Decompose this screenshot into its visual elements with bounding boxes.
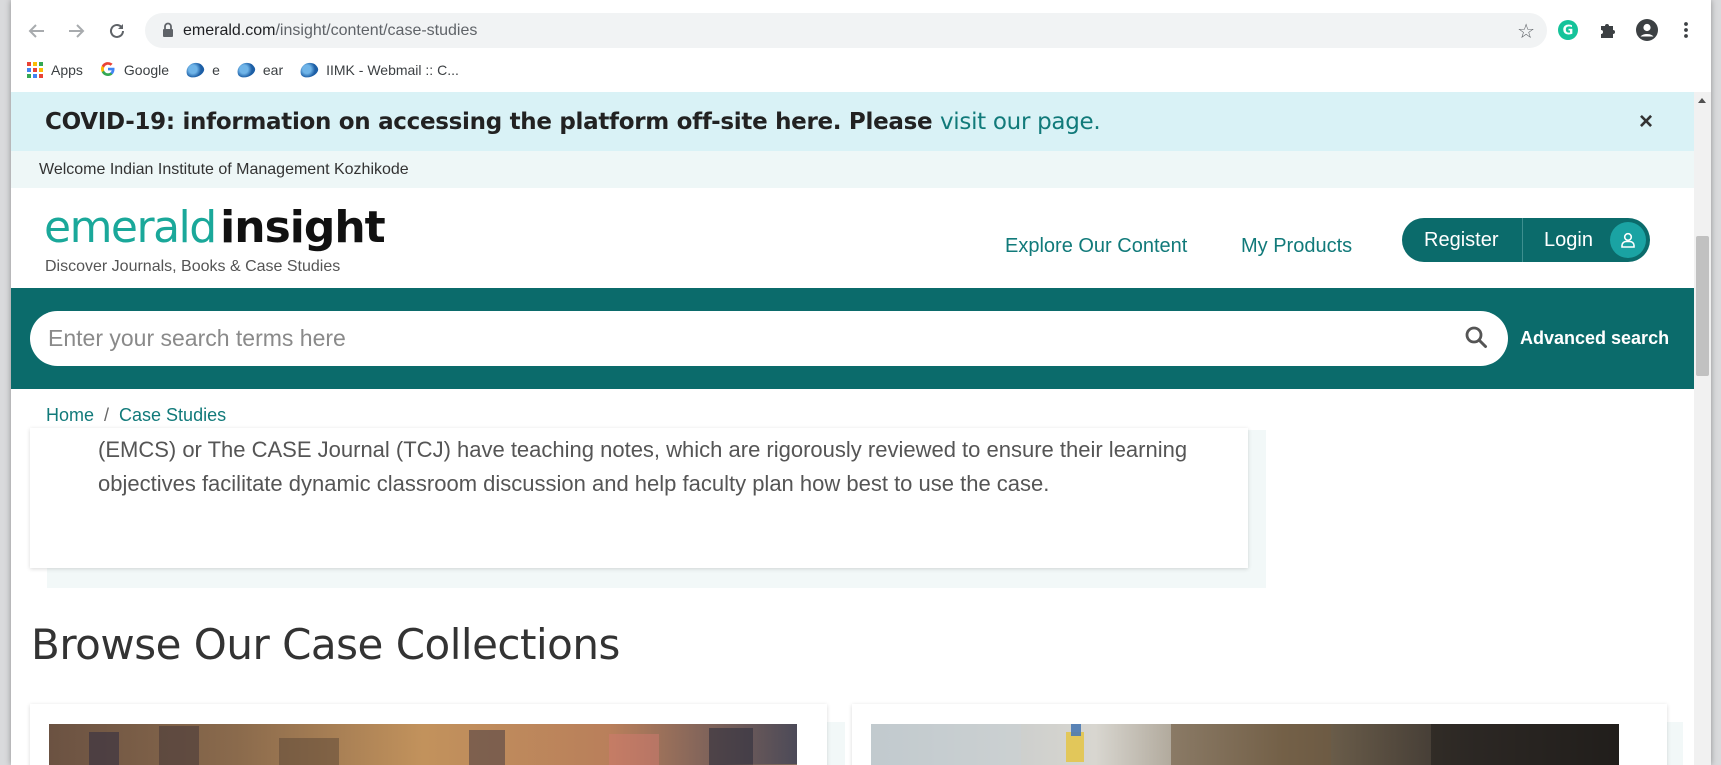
bookmark-e[interactable]: e: [184, 60, 220, 80]
apps-grid-icon: [27, 62, 43, 78]
bookmark-globe-icon: [235, 60, 257, 80]
search-box: [30, 311, 1508, 366]
reload-icon[interactable]: [104, 18, 130, 44]
covid-text: COVID-19: information on accessing the p…: [45, 109, 940, 135]
explore-our-content-link[interactable]: Explore Our Content: [1005, 235, 1187, 258]
bookmark-apps[interactable]: Apps: [27, 62, 83, 78]
lock-icon: [162, 22, 174, 38]
breadcrumb: Home / Case Studies: [46, 405, 226, 426]
emerald-insight-logo[interactable]: emerald insight: [44, 202, 386, 253]
teaching-notes-text: (EMCS) or The CASE Journal (TCJ) have te…: [98, 437, 1188, 496]
advanced-search-link[interactable]: Advanced search: [1520, 328, 1669, 349]
bookmarks-bar: Apps Google e ear IIMK - Webmail :: C...: [11, 55, 1711, 85]
browser-chrome: emerald.com/insight/content/case-studies…: [11, 0, 1711, 92]
bookmark-star-icon[interactable]: ☆: [1517, 19, 1535, 44]
back-arrow-icon[interactable]: [24, 18, 50, 44]
bookmark-label: Google: [123, 62, 170, 78]
bookmark-label: Apps: [51, 62, 83, 78]
svg-text:G: G: [1563, 24, 1574, 39]
bookmark-iimk-webmail[interactable]: IIMK - Webmail :: C...: [298, 60, 459, 80]
bookmark-label: ear: [262, 62, 284, 78]
covid-banner: COVID-19: information on accessing the p…: [11, 92, 1694, 151]
welcome-bar: Welcome Indian Institute of Management K…: [11, 151, 1694, 188]
teaching-notes-panel: (EMCS) or The CASE Journal (TCJ) have te…: [30, 428, 1248, 568]
bookmark-label: IIMK - Webmail :: C...: [326, 62, 459, 78]
bookmark-globe-icon: [298, 60, 320, 80]
url-text: emerald.com/insight/content/case-studies: [183, 22, 477, 40]
my-products-link[interactable]: My Products: [1241, 235, 1352, 258]
address-bar[interactable]: emerald.com/insight/content/case-studies…: [145, 13, 1547, 48]
bookmark-globe-icon: [184, 60, 206, 80]
breadcrumb-home-link[interactable]: Home: [46, 405, 94, 425]
browser-menu-icon[interactable]: [1674, 18, 1698, 42]
city-image: [49, 724, 797, 765]
office-image: [871, 724, 1619, 765]
logo-insight: insight: [220, 202, 386, 253]
register-button[interactable]: Register: [1424, 229, 1498, 252]
page-scrollbar[interactable]: [1694, 92, 1711, 765]
scrollbar-thumb[interactable]: [1696, 236, 1709, 376]
browser-window: emerald.com/insight/content/case-studies…: [11, 0, 1711, 765]
grammarly-icon[interactable]: G: [1556, 18, 1580, 42]
scroll-up-arrow-icon[interactable]: [1698, 98, 1706, 103]
breadcrumb-separator: /: [104, 405, 110, 425]
auth-pill: Register Login: [1402, 218, 1650, 262]
covid-message: COVID-19: information on accessing the p…: [45, 109, 1101, 135]
welcome-text: Welcome Indian Institute of Management K…: [39, 161, 409, 178]
site-header: emerald insight Discover Journals, Books…: [11, 188, 1694, 288]
bookmark-ear[interactable]: ear: [235, 60, 284, 80]
logo-tagline: Discover Journals, Books & Case Studies: [45, 258, 341, 275]
page-viewport: COVID-19: information on accessing the p…: [11, 92, 1711, 765]
profile-avatar-icon[interactable]: [1635, 18, 1659, 42]
breadcrumb-case-studies-link[interactable]: Case Studies: [119, 405, 226, 425]
logo-emerald: emerald: [44, 202, 217, 253]
user-icon[interactable]: [1610, 222, 1646, 258]
forward-arrow-icon[interactable]: [63, 18, 89, 44]
bookmark-label: e: [212, 62, 220, 78]
collection-card[interactable]: [852, 704, 1667, 765]
close-banner-icon[interactable]: ×: [1639, 108, 1653, 136]
auth-divider: [1522, 218, 1523, 262]
browse-collections-heading: Browse Our Case Collections: [31, 620, 620, 669]
visit-our-page-link[interactable]: visit our page.: [940, 109, 1101, 135]
collection-card[interactable]: [30, 704, 827, 765]
google-icon: [100, 61, 116, 80]
search-band: Advanced search: [11, 288, 1694, 389]
login-button[interactable]: Login: [1544, 229, 1593, 252]
url-path: /insight/content/case-studies: [275, 22, 478, 39]
search-input[interactable]: [48, 323, 1428, 353]
search-icon[interactable]: [1464, 325, 1490, 351]
url-domain: emerald.com: [183, 22, 276, 39]
extensions-puzzle-icon[interactable]: [1595, 18, 1619, 42]
bookmark-google[interactable]: Google: [100, 61, 169, 80]
